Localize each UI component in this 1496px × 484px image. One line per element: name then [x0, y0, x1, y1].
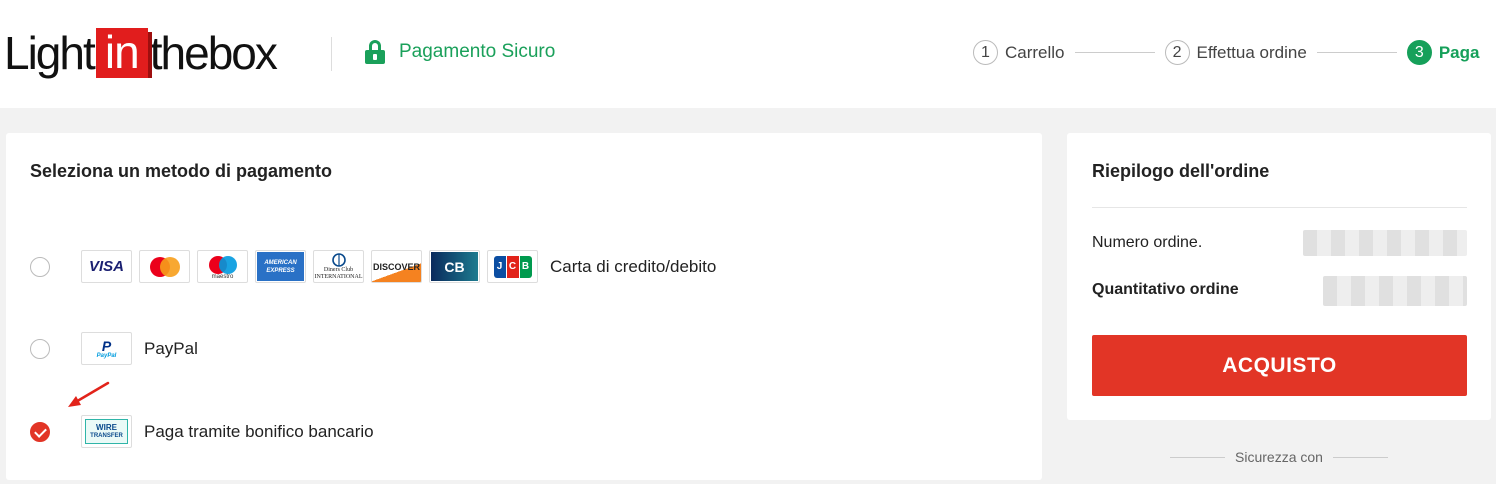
lock-icon	[365, 40, 385, 64]
checkout-steps: 1 Carrello 2 Effettua ordine 3 Paga	[973, 40, 1479, 65]
logo-text-in: in	[95, 28, 152, 78]
step-label: Carrello	[1005, 42, 1065, 62]
order-number-value-redacted	[1303, 230, 1467, 256]
purchase-button[interactable]: ACQUISTO	[1092, 335, 1467, 396]
security-label: Sicurezza con	[1235, 449, 1323, 465]
american-express-icon: AMERICAN EXPRESS	[255, 250, 306, 283]
radio-paypal[interactable]	[30, 338, 50, 359]
step-number: 1	[973, 40, 998, 65]
mastercard-icon	[139, 250, 190, 283]
step-pay: 3 Paga	[1406, 40, 1480, 65]
order-number-label: Numero ordine.	[1092, 234, 1203, 251]
logo-text-light: Light	[4, 27, 96, 79]
annotation-arrow-icon	[68, 381, 110, 407]
step-label: Paga	[1438, 42, 1480, 62]
header: Light in thebox Pagamento Sicuro 1 Carre…	[0, 0, 1496, 108]
summary-title: Riepilogo dell'ordine	[1092, 161, 1270, 181]
step-label: Effettua ordine	[1196, 42, 1307, 62]
security-divider-left	[1170, 456, 1226, 458]
logo-text-thebox: thebox	[149, 27, 278, 79]
secure-payment-label: Pagamento Sicuro	[399, 41, 556, 62]
step-number: 3	[1406, 40, 1432, 65]
payment-option-label: PayPal	[144, 338, 198, 358]
lightinthebox-logo[interactable]: Light in thebox	[4, 26, 278, 80]
payment-option-label: Paga tramite bonifico bancario	[144, 421, 374, 441]
security-badge: Sicurezza con	[1170, 449, 1388, 465]
security-divider-right	[1332, 456, 1388, 458]
jcb-icon: J C B	[487, 250, 538, 283]
payment-method-panel: Seleziona un metodo di pagamento VISA ma…	[6, 133, 1042, 480]
order-summary-panel: Riepilogo dell'ordine Numero ordine. Qua…	[1067, 133, 1491, 420]
visa-icon: VISA	[81, 250, 132, 283]
secure-payment-badge: Pagamento Sicuro	[365, 40, 555, 64]
payment-option-card[interactable]: VISA maestro AMERICAN EXPRESS Diners Clu…	[30, 250, 716, 283]
step-connector	[1074, 52, 1155, 53]
step-connector	[1316, 52, 1397, 53]
step-cart: 1 Carrello	[973, 40, 1065, 65]
discover-icon: DISCOVER	[371, 250, 422, 283]
payment-title: Seleziona un metodo di pagamento	[30, 161, 333, 181]
payment-option-label: Carta di credito/debito	[550, 256, 717, 276]
radio-card[interactable]	[30, 256, 50, 277]
cartes-bancaires-icon: CB	[429, 250, 480, 283]
wire-transfer-icon: WIRE TRANSFER	[81, 415, 132, 448]
step-number: 2	[1164, 40, 1190, 65]
card-logos: VISA maestro AMERICAN EXPRESS Diners Clu…	[81, 250, 538, 283]
payment-option-paypal[interactable]: P PayPal PayPal	[30, 332, 198, 365]
order-amount-label: Quantitativo ordine	[1092, 281, 1239, 298]
paypal-icon: P PayPal	[81, 332, 132, 365]
order-amount-value-redacted	[1323, 276, 1467, 306]
radio-wire-transfer[interactable]	[30, 421, 50, 442]
diners-club-icon: Diners Club INTERNATIONAL	[313, 250, 364, 283]
step-place-order: 2 Effettua ordine	[1164, 40, 1307, 65]
maestro-icon: maestro	[197, 250, 248, 283]
summary-divider	[1092, 207, 1467, 208]
header-divider	[331, 37, 332, 71]
payment-option-wire-transfer[interactable]: WIRE TRANSFER Paga tramite bonifico banc…	[30, 415, 374, 448]
